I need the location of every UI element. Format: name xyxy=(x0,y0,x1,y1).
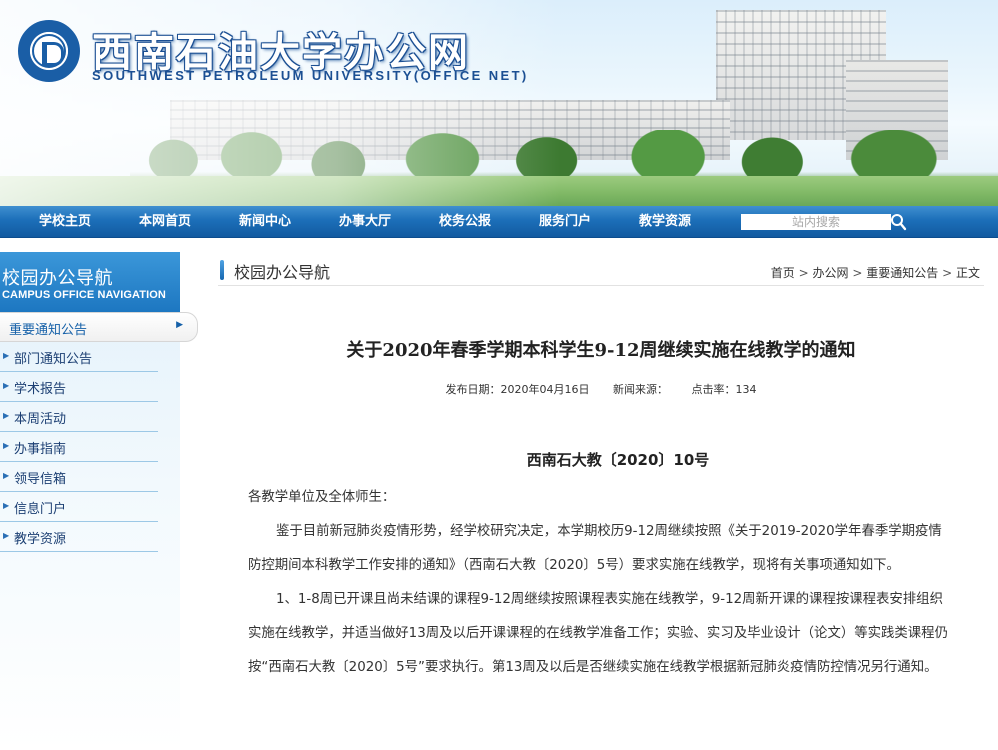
breadcrumb-important-notices[interactable]: 重要通知公告 xyxy=(866,266,938,280)
sidebar-item-leader-mailbox[interactable]: ▶ 领导信箱 xyxy=(0,462,158,492)
sidebar-item-label: 教学资源 xyxy=(14,532,67,547)
sidebar-item-department-notices[interactable]: ▶ 部门通知公告 xyxy=(0,342,158,372)
nav-site-home[interactable]: 本网首页 xyxy=(139,206,191,238)
main-nav: 学校主页 本网首页 新闻中心 办事大厅 校务公报 服务门户 教学资源 xyxy=(0,206,998,238)
nav-school-bulletin[interactable]: 校务公报 xyxy=(439,206,491,238)
caret-right-icon: ▶ xyxy=(3,471,10,480)
sidebar-title: 校园办公导航 xyxy=(2,268,113,289)
nav-service-hall[interactable]: 办事大厅 xyxy=(339,206,391,238)
nav-news-center[interactable]: 新闻中心 xyxy=(239,206,291,238)
salutation: 各教学单位及全体师生： xyxy=(248,490,396,505)
search-icon[interactable] xyxy=(890,212,908,232)
sidebar-item-label: 部门通知公告 xyxy=(14,352,93,367)
site-subtitle: SOUTHWEST PETROLEUM UNIVERSITY(OFFICE NE… xyxy=(92,68,529,83)
article-paragraph: 鉴于目前新冠肺炎疫情形势，经学校研究决定，本学期校历9-12周继续按照《关于20… xyxy=(248,524,942,573)
caret-right-icon: ▶ xyxy=(176,320,183,330)
breadcrumb-separator: > xyxy=(852,266,863,280)
sidebar-item-label: 办事指南 xyxy=(14,442,67,457)
caret-right-icon: ▶ xyxy=(3,441,10,450)
nav-school-home[interactable]: 学校主页 xyxy=(39,206,91,238)
sidebar-item-label: 信息门户 xyxy=(14,502,67,517)
caret-right-icon: ▶ xyxy=(3,351,10,360)
section-marker-icon xyxy=(220,260,224,280)
hit-count: 点击率：134 xyxy=(691,383,757,396)
caret-right-icon: ▶ xyxy=(3,381,10,390)
article-title: 关于2020年春季学期本科学生9-12周继续实施在线教学的通知 xyxy=(346,340,856,361)
section-header: 校园办公导航 首页 > 办公网 > 重要通知公告 > 正文 xyxy=(218,256,984,286)
sidebar-item-service-guide[interactable]: ▶ 办事指南 xyxy=(0,432,158,462)
article-meta: 发布日期：2020年04月16日 新闻来源： 点击率：134 xyxy=(218,381,984,397)
sidebar-item-label: 重要通知公告 xyxy=(9,323,88,338)
nav-teaching-resources[interactable]: 教学资源 xyxy=(639,206,691,238)
breadcrumb-current: 正文 xyxy=(955,266,980,280)
nav-service-portal[interactable]: 服务门户 xyxy=(539,206,591,238)
article-body: 各教学单位及全体师生： 鉴于目前新冠肺炎疫情形势，经学校研究决定，本学期校历9-… xyxy=(248,481,954,685)
site-banner: 西南石油大学办公网 SOUTHWEST PETROLEUM UNIVERSITY… xyxy=(0,0,998,206)
sidebar-item-academic-reports[interactable]: ▶ 学术报告 xyxy=(0,372,158,402)
sidebar-item-important-notices[interactable]: 重要通知公告 ▶ xyxy=(0,312,198,342)
sidebar-item-weekly-events[interactable]: ▶ 本周活动 xyxy=(0,402,158,432)
breadcrumb-separator: > xyxy=(942,266,953,280)
sidebar-item-label: 领导信箱 xyxy=(14,472,67,487)
publish-date: 发布日期：2020年04月16日 xyxy=(445,383,590,396)
sidebar-item-info-portal[interactable]: ▶ 信息门户 xyxy=(0,492,158,522)
section-title: 校园办公导航 xyxy=(234,263,331,282)
sidebar-subtitle: CAMPUS OFFICE NAVIGATION xyxy=(2,289,166,301)
breadcrumb-home[interactable]: 首页 xyxy=(771,266,795,280)
breadcrumb-separator: > xyxy=(798,266,809,280)
sidebar-item-teaching-resources[interactable]: ▶ 教学资源 xyxy=(0,522,158,552)
sidebar-item-label: 本周活动 xyxy=(14,412,67,427)
university-logo[interactable] xyxy=(18,20,80,82)
site-search-input[interactable] xyxy=(741,214,891,230)
caret-right-icon: ▶ xyxy=(3,411,10,420)
document-number: 西南石大教〔2020〕10号 xyxy=(526,451,710,469)
article-paragraph: 1、1-8周已开课且尚未结课的课程9-12周继续按照课程表实施在线教学，9-12… xyxy=(248,592,948,675)
sidebar-item-label: 学术报告 xyxy=(14,382,67,397)
caret-right-icon: ▶ xyxy=(3,531,10,540)
news-source: 新闻来源： xyxy=(613,383,668,396)
caret-right-icon: ▶ xyxy=(3,501,10,510)
breadcrumb-office-net[interactable]: 办公网 xyxy=(813,266,849,280)
breadcrumb: 首页 > 办公网 > 重要通知公告 > 正文 xyxy=(771,264,980,281)
sidebar-header: 校园办公导航 CAMPUS OFFICE NAVIGATION xyxy=(0,252,180,312)
